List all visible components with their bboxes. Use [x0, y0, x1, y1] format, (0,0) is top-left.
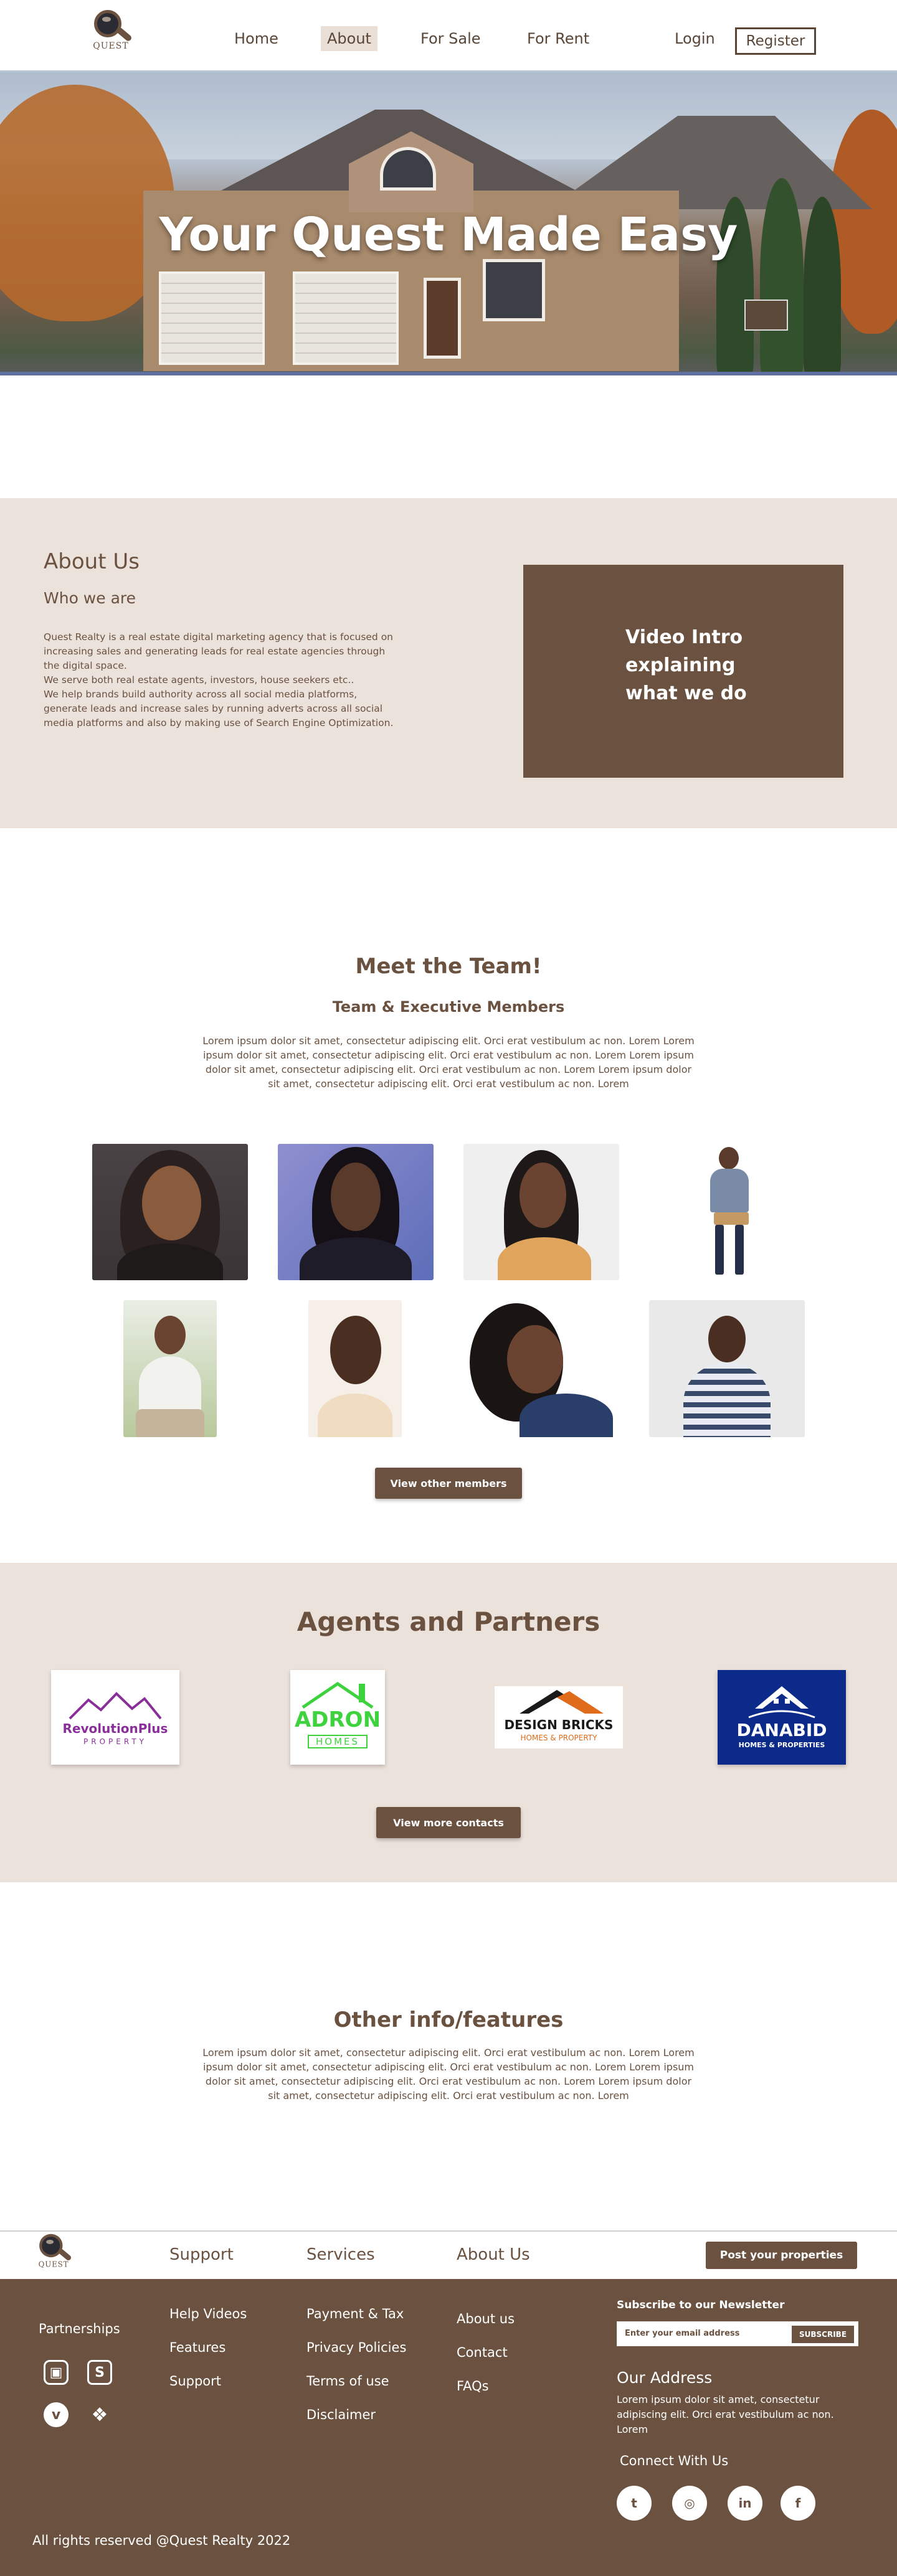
team-member-photo[interactable] [92, 1144, 248, 1280]
team-member-photo[interactable] [123, 1300, 217, 1437]
footer-features-link[interactable]: Features [169, 2340, 225, 2355]
partner-tagline: HOMES & PROPERTY [520, 1734, 597, 1742]
footer-help-videos-link[interactable]: Help Videos [169, 2306, 247, 2321]
partners-section: Agents and Partners RevolutionPlus PROPE… [0, 1563, 897, 1882]
partner-logo-design-bricks[interactable]: DESIGN BRICKS HOMES & PROPERTY [495, 1686, 623, 1748]
footer-services-link[interactable]: Services [306, 2245, 375, 2264]
partner-tagline: PROPERTY [83, 1737, 147, 1746]
about-subheading: Who we are [44, 589, 136, 607]
partner-name: ADRON [294, 1707, 381, 1732]
video-intro-text: Video Intro explaining what we do [625, 626, 747, 704]
newsletter-placeholder: Enter your email address [625, 2329, 740, 2338]
nav-home[interactable]: Home [234, 30, 278, 47]
footer-contact-link[interactable]: Contact [457, 2345, 508, 2360]
hero-garage-door-2 [293, 271, 399, 365]
footer-faqs-link[interactable]: FAQs [457, 2379, 489, 2394]
linkedin-icon[interactable]: in [728, 2486, 762, 2521]
partner-tagline: HOMES [308, 1735, 368, 1748]
address-text: Lorem ipsum dolor sit amet, consectetur … [617, 2394, 834, 2435]
view-other-members-button[interactable]: View other members [375, 1468, 522, 1499]
about-paragraph: Quest Realty is a real estate digital ma… [44, 630, 399, 730]
partnerships-heading: Partnerships [39, 2321, 120, 2336]
footer-about-us-link[interactable]: About us [457, 2311, 515, 2326]
newsletter-title: Subscribe to our Newsletter [617, 2299, 785, 2311]
houses-logo-icon [748, 1686, 815, 1719]
footer-logo[interactable]: QUEST [36, 2233, 72, 2269]
post-properties-button[interactable]: Post your properties [706, 2242, 857, 2269]
view-more-contacts-button[interactable]: View more contacts [376, 1807, 521, 1838]
about-paragraph-2: We serve both real estate agents, invest… [44, 674, 354, 686]
footer-about-link[interactable]: About Us [457, 2245, 530, 2264]
hero-front-door [424, 278, 461, 359]
video-intro-box[interactable]: Video Intro explaining what we do [523, 565, 843, 778]
about-heading: About Us [44, 549, 140, 574]
partner-logo-danabid[interactable]: DANABID HOMES & PROPERTIES [718, 1670, 846, 1765]
nav-for-sale[interactable]: For Sale [420, 30, 481, 47]
team-title: Meet the Team! [355, 954, 542, 979]
footer-support-link[interactable]: Support [169, 2245, 234, 2264]
partner-name: DANABID [736, 1720, 827, 1740]
about-paragraph-1: Quest Realty is a real estate digital ma… [44, 631, 393, 671]
nav-for-rent[interactable]: For Rent [527, 30, 589, 47]
newsletter-email-input[interactable]: Enter your email address SUBSCRIBE [617, 2321, 858, 2346]
partner-tagline: HOMES & PROPERTIES [738, 1741, 825, 1749]
top-navbar: QUEST Home About For Sale For Rent Login… [0, 0, 897, 72]
address-heading: Our Address [617, 2369, 713, 2387]
vimeo-icon[interactable]: v [44, 2402, 69, 2427]
team-description: Lorem ipsum dolor sit amet, consectetur … [202, 1035, 695, 1090]
mountain-logo-icon [69, 1692, 162, 1720]
register-button[interactable]: Register [735, 27, 816, 55]
bitbucket-icon[interactable]: ▣ [44, 2360, 69, 2385]
team-member-photo[interactable] [649, 1300, 805, 1437]
about-section: About Us Who we are Quest Realty is a re… [0, 498, 897, 828]
other-info-title: Other info/features [333, 2007, 564, 2032]
footer: Partnerships ▣ S v ❖ Help Videos Feature… [0, 2279, 897, 2576]
team-member-photo[interactable] [649, 1144, 805, 1280]
site-logo[interactable]: QUEST [90, 9, 133, 51]
twitter-icon[interactable]: t [617, 2486, 652, 2521]
partner-name: RevolutionPlus [62, 1721, 168, 1736]
facebook-icon[interactable]: f [781, 2486, 815, 2521]
team-member-photo[interactable] [308, 1300, 402, 1437]
partner-name: DESIGN BRICKS [504, 1717, 614, 1732]
dropbox-icon[interactable]: ❖ [87, 2402, 112, 2427]
footer-support-sub-link[interactable]: Support [169, 2374, 221, 2389]
footer-privacy-link[interactable]: Privacy Policies [306, 2340, 406, 2355]
connect-heading: Connect With Us [620, 2453, 729, 2468]
hero-window [483, 259, 545, 321]
instagram-icon[interactable]: ◎ [672, 2486, 707, 2521]
subscribe-button[interactable]: SUBSCRIBE [792, 2326, 854, 2343]
about-paragraph-3: We help brands build authority across al… [44, 689, 394, 729]
hero-sign [744, 300, 788, 331]
footer-disclaimer-link[interactable]: Disclaimer [306, 2407, 376, 2422]
nav-about[interactable]: About [321, 26, 377, 51]
hero-bottom-border [0, 372, 897, 375]
team-subtitle: Team & Executive Members [332, 998, 565, 1016]
hero-title: Your Quest Made Easy [159, 208, 738, 262]
copyright-text: All rights reserved @Quest Realty 2022 [32, 2533, 291, 2548]
partners-title: Agents and Partners [297, 1606, 600, 1637]
other-info-description: Lorem ipsum dolor sit amet, consectetur … [202, 2047, 695, 2102]
footer-top-bar: QUEST Support Services About Us Post you… [0, 2230, 897, 2279]
team-member-photo[interactable] [463, 1300, 619, 1437]
team-member-photo[interactable] [278, 1144, 434, 1280]
stackshare-icon[interactable]: S [87, 2360, 112, 2385]
partner-logo-adron[interactable]: ADRON HOMES [290, 1670, 385, 1765]
partner-logo-revolutionplus[interactable]: RevolutionPlus PROPERTY [51, 1670, 179, 1765]
hero-banner: Your Quest Made Easy [0, 72, 897, 375]
footer-terms-link[interactable]: Terms of use [306, 2374, 389, 2389]
hero-garage-door-1 [159, 271, 265, 365]
team-member-photo[interactable] [463, 1144, 619, 1280]
magnifier-logo-icon [90, 9, 133, 45]
footer-payment-tax-link[interactable]: Payment & Tax [306, 2306, 404, 2321]
magnifier-logo-icon [36, 2233, 72, 2263]
login-link[interactable]: Login [675, 30, 715, 47]
